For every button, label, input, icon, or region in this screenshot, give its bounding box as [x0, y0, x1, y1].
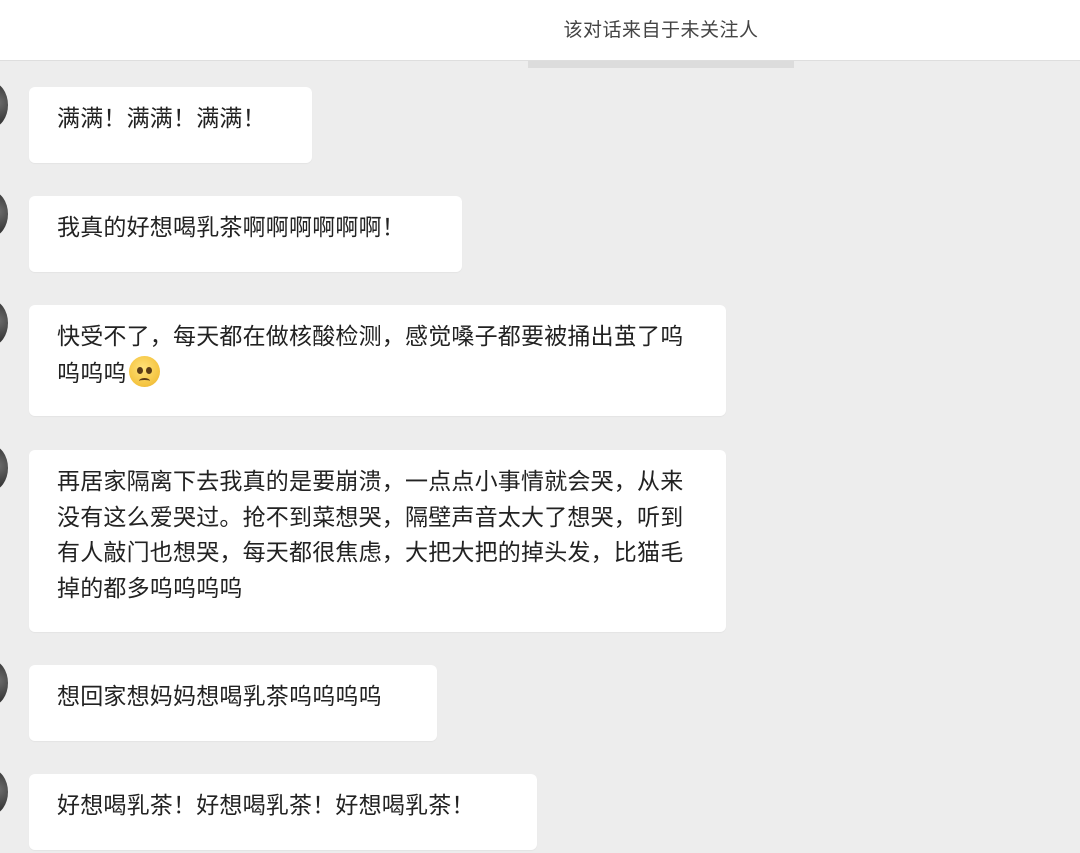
sender-avatar[interactable] — [0, 769, 8, 815]
message-bubble[interactable]: 再居家隔离下去我真的是要崩溃，一点点小事情就会哭，从来没有这么爱哭过。抢不到菜想… — [29, 450, 726, 632]
message-text: 我真的好想喝乳茶啊啊啊啊啊啊！ — [57, 215, 405, 241]
pleading-face-emoji-icon — [128, 355, 160, 387]
sender-avatar[interactable] — [0, 445, 8, 491]
message-text: 想回家想妈妈想喝乳茶呜呜呜呜 — [57, 684, 382, 710]
chat-header-bar: 该对话来自于未关注人 — [0, 0, 1080, 61]
stranger-notice: 该对话来自于未关注人 — [563, 19, 759, 41]
message-text: 好想喝乳茶！好想喝乳茶！好想喝乳茶！ — [57, 793, 475, 819]
message-bubble[interactable]: 我真的好想喝乳茶啊啊啊啊啊啊！ — [29, 196, 462, 272]
message-text: 满满！满满！满满！ — [57, 106, 266, 132]
message-bubble[interactable]: 快受不了，每天都在做核酸检测，感觉嗓子都要被捅出茧了呜呜呜呜 — [29, 305, 726, 416]
sender-avatar[interactable] — [0, 300, 8, 346]
notice-tab-underline — [528, 61, 794, 68]
message-bubble[interactable]: 满满！满满！满满！ — [29, 87, 312, 163]
message-text: 再居家隔离下去我真的是要崩溃，一点点小事情就会哭，从来没有这么爱哭过。抢不到菜想… — [57, 469, 684, 602]
sender-avatar[interactable] — [0, 191, 8, 237]
sender-avatar[interactable] — [0, 82, 8, 128]
sender-avatar[interactable] — [0, 660, 8, 706]
message-bubble[interactable]: 好想喝乳茶！好想喝乳茶！好想喝乳茶！ — [29, 774, 537, 850]
message-bubble[interactable]: 想回家想妈妈想喝乳茶呜呜呜呜 — [29, 665, 437, 741]
